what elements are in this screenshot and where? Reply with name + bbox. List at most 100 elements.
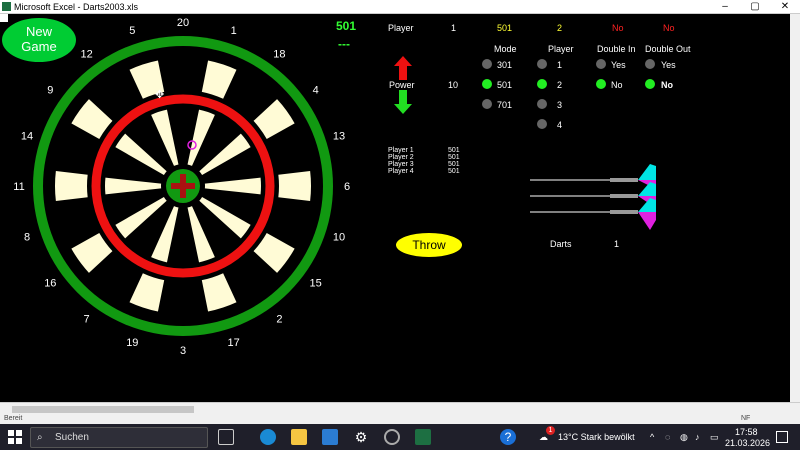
score-row: Player 3 501 — [388, 161, 460, 168]
status-text: Bereit — [4, 415, 23, 422]
board-number-16: 16 — [44, 277, 56, 289]
board-number-15: 15 — [310, 277, 322, 289]
board-number-13: 13 — [333, 130, 345, 142]
double-in-title: Double In — [597, 44, 636, 54]
board-number-17: 17 — [228, 337, 240, 349]
mode-701-radio[interactable] — [482, 99, 492, 109]
double-out-no-label: No — [661, 80, 673, 90]
score-value: 501 — [448, 154, 460, 161]
score-player-name: Player 2 — [388, 154, 414, 161]
score-row: Player 2 501 — [388, 154, 460, 161]
volume-icon[interactable]: ♪ — [695, 432, 700, 442]
globe-icon[interactable]: ◍ — [680, 432, 688, 443]
mode-501-label: 501 — [497, 80, 513, 90]
board-number-4: 4 — [313, 85, 319, 97]
notification-badge: 1 — [546, 426, 555, 435]
remaining-score: 501 — [336, 19, 357, 33]
taskbar-search[interactable]: ⌕ Suchen — [30, 427, 208, 448]
status-bar: Bereit NF — [0, 414, 800, 424]
board-number-3: 3 — [180, 345, 186, 354]
players-1-radio[interactable] — [537, 59, 547, 69]
score-row: Player 1 501 — [388, 147, 460, 154]
outer-single-segment — [168, 57, 198, 91]
players-1-label: 1 — [557, 60, 563, 70]
mode-title: Mode — [494, 44, 517, 54]
taskbar: ⌕ Suchen ⚙ ? ☁ 1 13°C Stark bewölkt ^ ◌ … — [0, 424, 800, 450]
task-view-icon[interactable] — [218, 429, 234, 445]
player-title: Player — [548, 44, 574, 54]
horizontal-scrollbar[interactable] — [0, 402, 800, 414]
score-player-name: Player 1 — [388, 147, 414, 154]
dart-icon — [530, 164, 656, 186]
score-row: Player 4 501 — [388, 168, 460, 175]
excel-taskbar-icon[interactable] — [415, 429, 431, 445]
edge-icon[interactable] — [260, 429, 276, 445]
board-number-9: 9 — [47, 85, 53, 97]
throw-button[interactable]: Throw — [396, 233, 462, 257]
score-value: 501 — [448, 168, 460, 175]
dartboard[interactable]: ✥ 20 1 18 4 13 6 10 15 2 17 3 19 7 16 8 11 14 9 12 5 — [0, 14, 380, 354]
double-in-yes-label: Yes — [611, 60, 626, 70]
double-out-yes-radio[interactable] — [645, 59, 655, 69]
scroll-thumb[interactable] — [12, 406, 194, 413]
excel-icon — [2, 2, 11, 11]
double-out-yes-label: Yes — [661, 60, 676, 70]
double-in-yes-radio[interactable] — [596, 59, 606, 69]
current-mode: 501 — [497, 23, 513, 33]
tray-chevron-icon[interactable]: ^ — [650, 432, 654, 442]
status-indicator: NF — [741, 415, 751, 422]
score-value: 501 — [448, 147, 460, 154]
mode-301-radio[interactable] — [482, 59, 492, 69]
double-in-no-radio[interactable] — [596, 79, 606, 89]
board-number-14: 14 — [21, 130, 33, 142]
board-number-11: 11 — [13, 181, 24, 193]
maximize-button[interactable]: ▢ — [740, 0, 770, 14]
double-in-no-label: No — [611, 80, 623, 90]
board-number-12: 12 — [80, 48, 92, 60]
store-icon[interactable] — [322, 429, 338, 445]
player-count: 2 — [557, 23, 563, 33]
board-number-8: 8 — [24, 232, 30, 244]
mode-701-label: 701 — [497, 100, 513, 110]
clock-time: 17:58 — [735, 427, 758, 437]
board-number-7: 7 — [84, 314, 90, 326]
help-icon[interactable]: ? — [500, 429, 516, 445]
search-icon: ⌕ — [37, 432, 43, 443]
vertical-scrollbar[interactable] — [790, 14, 800, 402]
arrow-up-icon — [394, 56, 412, 80]
network-icon[interactable]: ◌ — [665, 432, 670, 442]
outer-single-segment — [278, 171, 311, 201]
bull-cross-v — [180, 174, 186, 198]
board-number-6: 6 — [344, 181, 350, 193]
mode-501-radio[interactable] — [482, 79, 492, 89]
settings-gear-icon[interactable]: ⚙ — [353, 429, 369, 445]
players-4-radio[interactable] — [537, 119, 547, 129]
score-list: Player 1 501 Player 2 501 Player 3 501 Play… — [388, 147, 460, 175]
battery-icon[interactable]: ▭ — [710, 432, 719, 443]
power-value: 10 — [448, 80, 459, 90]
player-label: Player — [388, 23, 414, 33]
minimize-button[interactable]: – — [710, 0, 740, 14]
file-explorer-icon[interactable] — [291, 429, 307, 445]
darts-count: 1 — [614, 239, 620, 249]
windows-start-icon[interactable] — [8, 430, 22, 444]
players-3-radio[interactable] — [537, 99, 547, 109]
board-number-20: 20 — [177, 17, 189, 29]
double-out-state: No — [663, 23, 675, 33]
app-icon[interactable] — [384, 429, 400, 445]
score-player-name: Player 4 — [388, 168, 414, 175]
score-player-name: Player 3 — [388, 161, 414, 168]
board-number-5: 5 — [129, 25, 135, 37]
board-number-19: 19 — [126, 337, 138, 349]
current-player: 1 — [451, 23, 457, 33]
double-out-no-radio[interactable] — [645, 79, 655, 89]
power-label: Power — [389, 80, 415, 90]
close-button[interactable]: ✕ — [770, 0, 800, 14]
clock-date: 21.03.2026 — [725, 438, 771, 448]
mode-301-label: 301 — [497, 60, 513, 70]
players-2-radio[interactable] — [537, 79, 547, 89]
double-in-state: No — [612, 23, 624, 33]
arrow-down-icon — [394, 90, 412, 114]
notifications-icon[interactable] — [776, 431, 788, 443]
cursor-icon: ✥ — [155, 89, 164, 101]
